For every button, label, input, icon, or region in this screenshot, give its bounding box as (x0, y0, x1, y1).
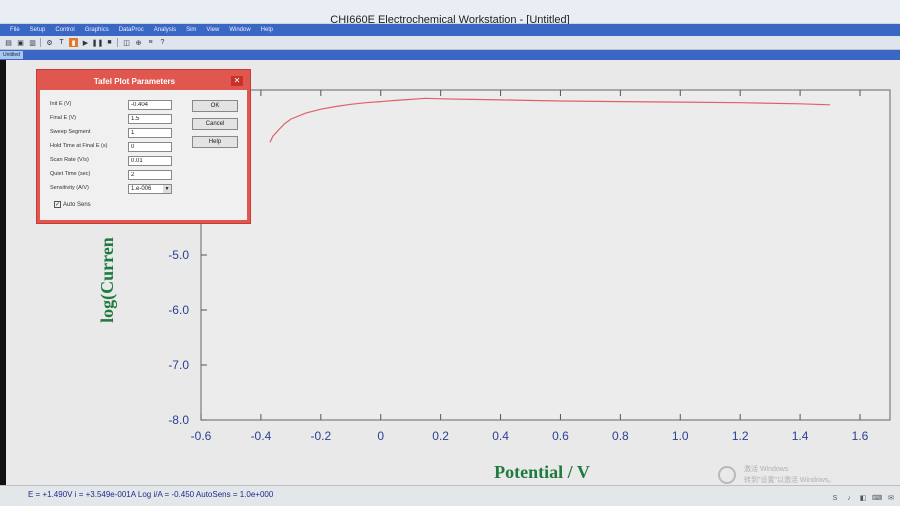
init-e-input[interactable] (128, 100, 172, 110)
checkmark-icon: ✓ (54, 201, 61, 208)
auto-sens-label: Auto Sens (63, 202, 91, 209)
quiet-time-label: Quiet Time (sec) (50, 171, 91, 177)
y-tick-label: -7.0 (168, 358, 189, 372)
cancel-button[interactable]: Cancel (192, 118, 238, 130)
y-tick-label: -5.0 (168, 248, 189, 262)
y-tick-label: -8.0 (168, 413, 189, 427)
x-tick-label: -0.6 (191, 429, 212, 443)
input-method-icon[interactable]: S (830, 494, 840, 502)
status-bar: E = +1.490V i = +3.549e-001A Log i/A = -… (0, 485, 900, 506)
auto-sens-checkbox[interactable]: ✓ Auto Sens (54, 201, 91, 208)
x-tick-label: 0.8 (612, 429, 629, 443)
dialog-title: Tafel Plot Parameters (93, 77, 176, 86)
x-tick-label: 1.6 (852, 429, 869, 443)
scan-rate-input[interactable] (128, 156, 172, 166)
sensitivity-label: Sensitivity (A/V) (50, 185, 89, 191)
help-button[interactable]: Help (192, 136, 238, 148)
quiet-time-row: Quiet Time (sec) (50, 170, 230, 181)
x-tick-label: 0.2 (432, 429, 449, 443)
x-tick-label: 1.2 (732, 429, 749, 443)
quiet-time-input[interactable] (128, 170, 172, 180)
x-tick-label: -0.2 (310, 429, 331, 443)
status-text: E = +1.490V i = +3.549e-001A Log i/A = -… (28, 490, 274, 499)
scan-rate-row: Scan Rate (V/s) (50, 156, 230, 167)
x-axis-title: Potential / V (494, 462, 590, 482)
sensitivity-row: Sensitivity (A/V) 1.e-006 ▼ (50, 184, 230, 195)
notification-icon[interactable]: ✉ (886, 494, 896, 502)
y-tick-label: -6.0 (168, 303, 189, 317)
x-tick-label: 1.4 (792, 429, 809, 443)
tafel-parameters-dialog: Tafel Plot Parameters ✕ Init E (V) Final… (37, 70, 250, 223)
ok-button[interactable]: OK (192, 100, 238, 112)
x-tick-label: -0.4 (251, 429, 272, 443)
x-tick-label: 1.0 (672, 429, 689, 443)
sweep-segment-label: Sweep Segment (50, 129, 91, 135)
hold-time-input[interactable] (128, 142, 172, 152)
final-e-label: Final E (V) (50, 115, 76, 121)
activation-subtitle: 转到"设置"以激活 Windows。 (744, 477, 836, 484)
hold-time-label: Hold Time at Final E (s) (50, 143, 108, 149)
x-tick-label: 0 (377, 429, 384, 443)
init-e-label: Init E (V) (50, 101, 72, 107)
chevron-down-icon[interactable]: ▼ (163, 185, 171, 193)
keyboard-icon[interactable]: ⌨ (872, 494, 882, 502)
sweep-segment-input[interactable] (128, 128, 172, 138)
activation-icon (718, 466, 736, 484)
close-icon[interactable]: ✕ (231, 76, 243, 86)
activation-watermark: 激活 Windows 转到"设置"以激活 Windows。 (718, 462, 868, 488)
x-tick-label: 0.4 (492, 429, 509, 443)
x-tick-label: 0.6 (552, 429, 569, 443)
final-e-input[interactable] (128, 114, 172, 124)
scan-rate-label: Scan Rate (V/s) (50, 157, 89, 163)
plot-frame (200, 89, 891, 421)
speaker-icon[interactable]: ♪ (844, 494, 854, 502)
dialog-titlebar: Tafel Plot Parameters ✕ (40, 73, 247, 90)
network-icon[interactable]: ◧ (858, 494, 868, 502)
y-axis-title: log(Curren (97, 237, 118, 323)
system-tray: S ♪ ◧ ⌨ ✉ (830, 494, 896, 503)
activation-title: 激活 Windows (744, 466, 789, 473)
